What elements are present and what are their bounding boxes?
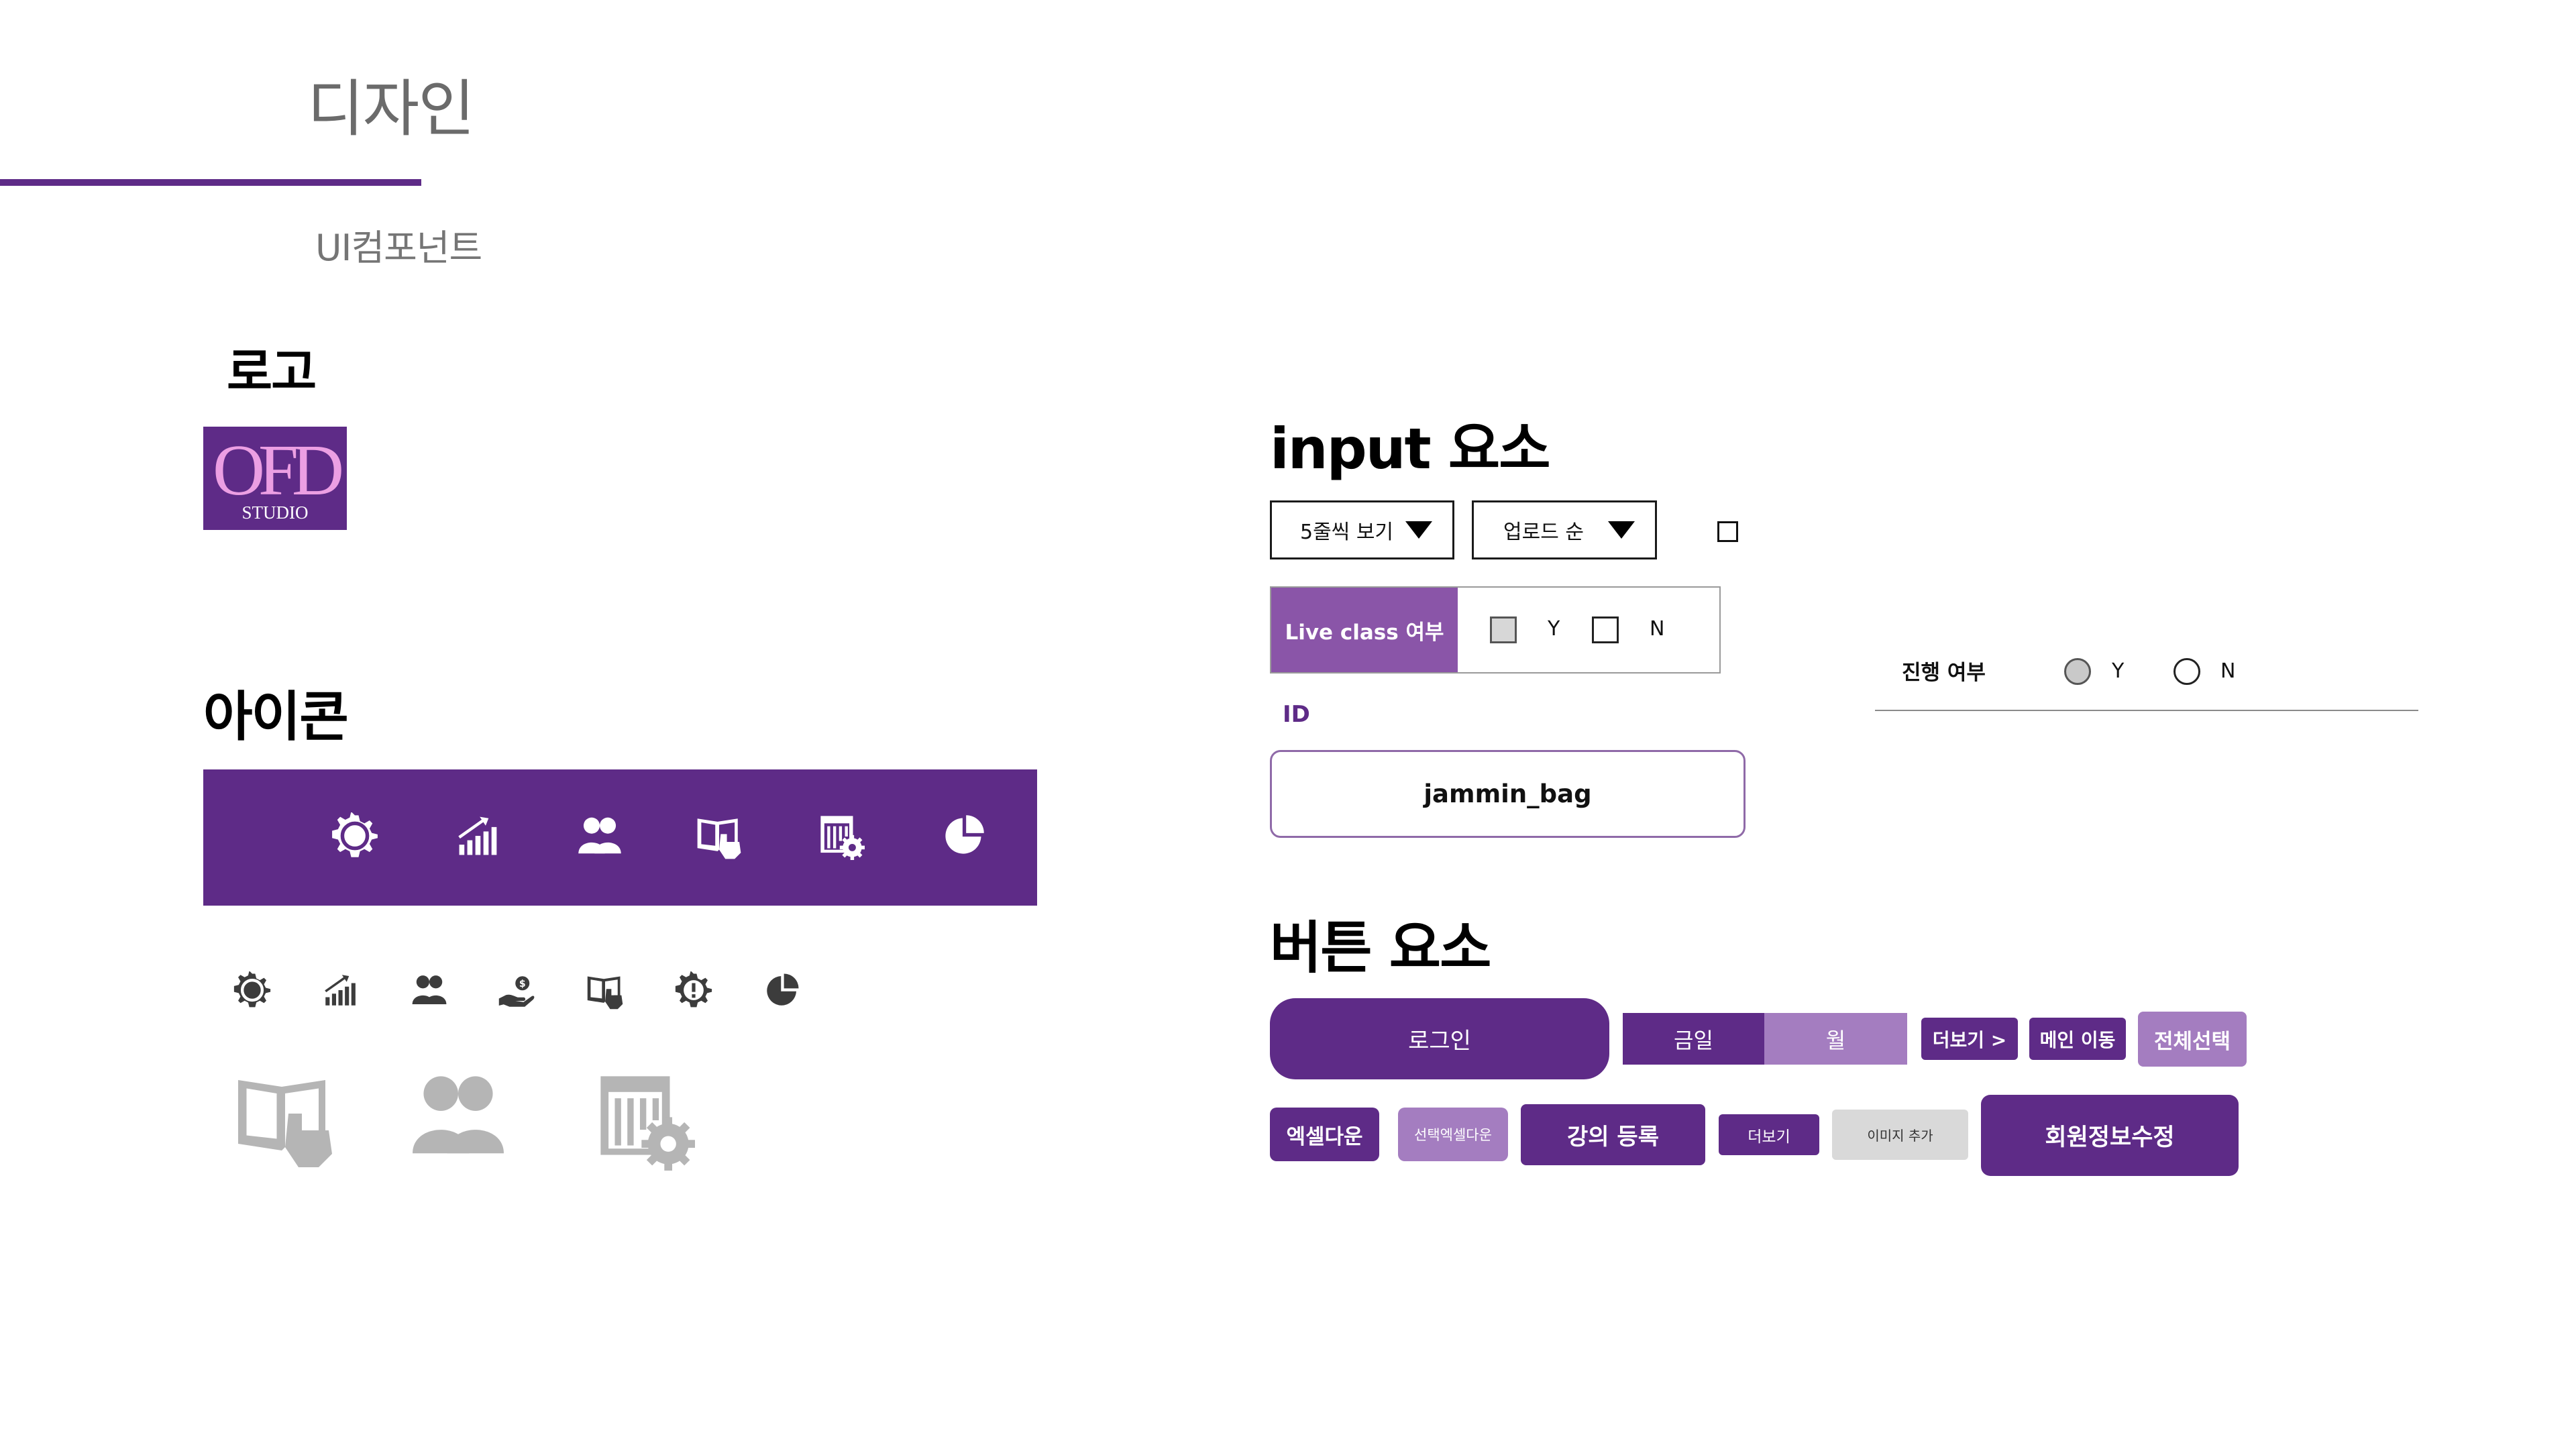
- progress-y-label: Y: [2112, 659, 2125, 683]
- lecture-book-icon[interactable]: [584, 971, 627, 1012]
- login-button[interactable]: 로그인: [1270, 998, 1609, 1079]
- checkbox[interactable]: [1717, 521, 1738, 542]
- select-all-button[interactable]: 전체선택: [2138, 1012, 2247, 1067]
- progress-y-radio[interactable]: [2064, 658, 2091, 685]
- page-title: 디자인: [307, 73, 475, 145]
- sort-order-select[interactable]: 업로드 순: [1472, 500, 1657, 559]
- sort-order-value: 업로드 순: [1503, 521, 1584, 544]
- id-field-label: ID: [1283, 701, 1310, 728]
- logo-section-heading: 로고: [227, 343, 317, 401]
- segment-month-button[interactable]: 월: [1764, 1013, 1907, 1065]
- dropdown-arrow-icon: [1608, 521, 1635, 539]
- lecture-book-icon[interactable]: [228, 1067, 342, 1174]
- progress-n-label: N: [2220, 659, 2236, 683]
- live-class-field: Live class 여부 Y N: [1270, 586, 1721, 674]
- pie-chart-icon[interactable]: [763, 971, 801, 1009]
- large-icon-row: [228, 1065, 711, 1179]
- pie-chart-icon[interactable]: [941, 812, 987, 858]
- gear-icon[interactable]: [331, 812, 378, 859]
- live-class-y-label: Y: [1548, 617, 1560, 641]
- icons-section-heading: 아이콘: [203, 686, 349, 748]
- progress-n-radio[interactable]: [2174, 658, 2200, 685]
- live-class-label: Live class 여부: [1271, 588, 1458, 672]
- progress-status-label: 진행 여부: [1902, 661, 1986, 685]
- dropdown-arrow-icon: [1405, 521, 1432, 539]
- schedule-settings-icon[interactable]: [594, 1067, 695, 1174]
- users-icon[interactable]: [573, 812, 627, 859]
- growth-chart-icon[interactable]: [322, 971, 360, 1009]
- coin-hand-icon[interactable]: [497, 973, 536, 1010]
- edit-member-info-button[interactable]: 회원정보수정: [1981, 1095, 2239, 1176]
- header-divider: [0, 179, 421, 186]
- small-icon-row: [228, 969, 818, 1016]
- segment-today-button[interactable]: 금일: [1623, 1013, 1764, 1065]
- users-icon[interactable]: [401, 1065, 515, 1166]
- logo-sub-text: STUDIO: [241, 502, 309, 523]
- register-lecture-button[interactable]: 강의 등록: [1521, 1104, 1705, 1165]
- rows-per-page-value: 5줄씩 보기: [1300, 521, 1394, 544]
- add-image-button[interactable]: 이미지 추가: [1832, 1110, 1968, 1160]
- more-arrow-button[interactable]: 더보기 >: [1921, 1018, 2018, 1060]
- live-class-n-checkbox[interactable]: [1592, 616, 1619, 643]
- buttons-section-heading: 버튼 요소: [1270, 915, 1491, 981]
- logo-mark-text: OFD: [212, 431, 344, 511]
- schedule-settings-icon[interactable]: [818, 812, 865, 861]
- brand-logo: OFD STUDIO: [203, 427, 347, 530]
- more-button[interactable]: 더보기: [1719, 1114, 1819, 1155]
- go-main-button[interactable]: 메인 이동: [2029, 1018, 2126, 1060]
- alert-gear-icon[interactable]: [675, 971, 712, 1009]
- gear-icon[interactable]: [233, 971, 271, 1009]
- lecture-book-icon[interactable]: [693, 812, 745, 862]
- progress-status-field: 진행 여부 Y N: [1875, 644, 2418, 711]
- growth-chart-icon[interactable]: [455, 812, 502, 859]
- excel-download-button[interactable]: 엑셀다운: [1270, 1108, 1379, 1161]
- live-class-n-label: N: [1650, 617, 1665, 641]
- selected-excel-download-button[interactable]: 선택엑셀다운: [1398, 1108, 1508, 1161]
- id-input[interactable]: jammin_bag: [1270, 750, 1746, 838]
- rows-per-page-select[interactable]: 5줄씩 보기: [1270, 500, 1454, 559]
- page-subtitle: UI컴포넌트: [315, 227, 482, 269]
- icon-bar: [203, 769, 1037, 906]
- live-class-y-checkbox[interactable]: [1490, 616, 1517, 643]
- input-section-heading: input 요소: [1270, 416, 1550, 482]
- users-icon[interactable]: [408, 971, 451, 1009]
